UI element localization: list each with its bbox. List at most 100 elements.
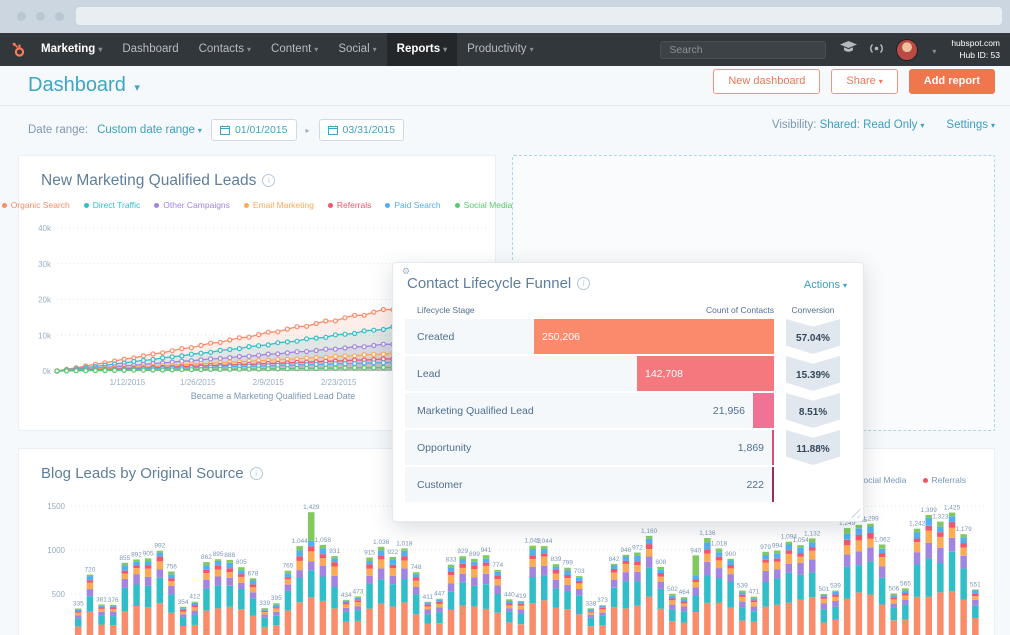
- legend-item[interactable]: Direct Traffic: [84, 200, 141, 210]
- visibility-select[interactable]: Shared: Read Only: [820, 119, 925, 131]
- resize-handle[interactable]: [847, 505, 860, 518]
- svg-text:1,044: 1,044: [291, 538, 308, 545]
- svg-text:895: 895: [213, 551, 224, 558]
- conversion-badge: 8.51%: [786, 393, 840, 428]
- funnel-count: 21,956: [713, 405, 745, 417]
- funnel-count: 250,206: [542, 331, 580, 343]
- settings-label: Settings: [946, 119, 988, 131]
- window-control-dot[interactable]: [55, 12, 64, 21]
- svg-text:756: 756: [166, 564, 177, 571]
- browser-url-bar[interactable]: [76, 7, 1002, 25]
- svg-text:946: 946: [620, 547, 631, 554]
- legend-item[interactable]: Paid Search: [385, 200, 440, 210]
- legend-item[interactable]: Other Campaigns: [154, 200, 230, 210]
- user-avatar[interactable]: [896, 39, 918, 61]
- svg-text:565: 565: [900, 580, 911, 587]
- search-input[interactable]: [660, 41, 826, 59]
- nav-item-social[interactable]: Social: [328, 33, 386, 66]
- info-icon[interactable]: [250, 467, 263, 480]
- funnel-bar[interactable]: [772, 467, 774, 502]
- nav-items: MarketingDashboardContactsContentSocialR…: [31, 33, 544, 66]
- account-info[interactable]: hubspot.com Hub ID: 53: [951, 38, 1000, 61]
- add-report-button[interactable]: Add report: [909, 69, 995, 94]
- svg-text:972: 972: [632, 545, 643, 552]
- svg-text:395: 395: [271, 595, 282, 602]
- svg-text:1,429: 1,429: [303, 504, 320, 511]
- nav-item-content[interactable]: Content: [261, 33, 328, 66]
- funnel-bar[interactable]: [772, 430, 774, 465]
- legend-item[interactable]: Referrals: [328, 200, 371, 210]
- nav-item-marketing[interactable]: Marketing: [31, 33, 112, 66]
- nav-item-productivity[interactable]: Productivity: [457, 33, 543, 66]
- column-header-count: Count of Contacts: [405, 305, 774, 315]
- funnel-count: 142,708: [645, 368, 683, 380]
- legend-item[interactable]: Organic Search: [2, 200, 70, 210]
- chevron-down-icon: [314, 33, 318, 66]
- svg-text:10k: 10k: [38, 331, 52, 340]
- svg-text:1/26/2015: 1/26/2015: [180, 378, 216, 387]
- start-date-field[interactable]: 01/01/2015: [211, 119, 297, 141]
- nav-item-reports[interactable]: Reports: [387, 33, 457, 66]
- svg-text:992: 992: [154, 543, 165, 550]
- dashboard-title[interactable]: Dashboard: [28, 74, 140, 97]
- svg-text:473: 473: [352, 588, 363, 595]
- mql-legend: Organic SearchDirect TrafficOther Campai…: [19, 200, 495, 210]
- legend-item[interactable]: Email Marketing: [244, 200, 314, 210]
- svg-text:335: 335: [73, 601, 84, 608]
- chevron-down-icon[interactable]: [932, 41, 936, 59]
- funnel-row[interactable]: Lead 142,708: [405, 356, 774, 391]
- funnel-bar[interactable]: [753, 393, 774, 428]
- settings-menu[interactable]: Settings: [946, 119, 995, 131]
- share-button[interactable]: Share: [831, 69, 897, 94]
- hubspot-logo-icon[interactable]: [10, 41, 27, 59]
- svg-text:1,018: 1,018: [711, 540, 728, 547]
- calendar-icon: [328, 125, 338, 135]
- nav-item-contacts[interactable]: Contacts: [189, 33, 261, 66]
- chevron-down-icon: [134, 74, 140, 97]
- svg-text:411: 411: [423, 594, 434, 601]
- funnel-row[interactable]: Customer 222: [405, 467, 774, 502]
- svg-text:774: 774: [492, 562, 503, 569]
- info-icon[interactable]: [262, 174, 275, 187]
- svg-text:905: 905: [143, 550, 154, 557]
- svg-text:1500: 1500: [47, 502, 65, 511]
- top-nav: MarketingDashboardContactsContentSocialR…: [0, 33, 1010, 66]
- academy-icon[interactable]: [840, 41, 857, 59]
- svg-text:354: 354: [178, 599, 189, 606]
- svg-text:703: 703: [574, 568, 585, 575]
- funnel-row[interactable]: Created 250,206: [405, 319, 774, 354]
- svg-text:1000: 1000: [47, 546, 65, 555]
- conversion-badge: 57.04%: [786, 319, 840, 354]
- svg-text:994: 994: [772, 543, 783, 550]
- svg-text:376: 376: [108, 597, 119, 604]
- svg-text:1,058: 1,058: [315, 537, 332, 544]
- svg-text:808: 808: [655, 559, 666, 566]
- chevron-down-icon: [443, 33, 447, 66]
- lifecycle-funnel-card[interactable]: ⚙ Contact Lifecycle Funnel Actions Lifec…: [392, 262, 864, 522]
- visibility-value: Shared: Read Only: [820, 119, 918, 131]
- funnel-row[interactable]: Marketing Qualified Lead 21,956: [405, 393, 774, 428]
- end-date-field[interactable]: 03/31/2015: [319, 119, 405, 141]
- funnel-bar[interactable]: 142,708: [637, 356, 774, 391]
- nav-item-dashboard[interactable]: Dashboard: [112, 33, 188, 66]
- column-header-conversion: Conversion: [786, 305, 840, 315]
- legend-dot-icon: [84, 203, 89, 208]
- funnel-bar[interactable]: 250,206: [534, 319, 774, 354]
- info-icon[interactable]: [577, 277, 590, 290]
- svg-text:0k: 0k: [43, 367, 52, 376]
- legend-item[interactable]: Referrals: [923, 475, 966, 485]
- legend-dot-icon: [2, 203, 7, 208]
- funnel-stage-label: Created: [417, 331, 454, 343]
- new-dashboard-button[interactable]: New dashboard: [713, 69, 820, 94]
- legend-item[interactable]: Social Media: [455, 200, 513, 210]
- window-control-dot[interactable]: [17, 12, 26, 21]
- arrow-right-icon: [306, 126, 310, 135]
- funnel-row[interactable]: Opportunity 1,869: [405, 430, 774, 465]
- svg-text:506: 506: [888, 586, 899, 593]
- funnel-actions-menu[interactable]: Actions: [804, 279, 847, 291]
- svg-text:888: 888: [224, 552, 235, 559]
- notifications-broadcast-icon[interactable]: [868, 41, 885, 59]
- date-range-select[interactable]: Custom date range: [97, 124, 202, 136]
- chevron-down-icon: [247, 33, 251, 66]
- window-control-dot[interactable]: [36, 12, 45, 21]
